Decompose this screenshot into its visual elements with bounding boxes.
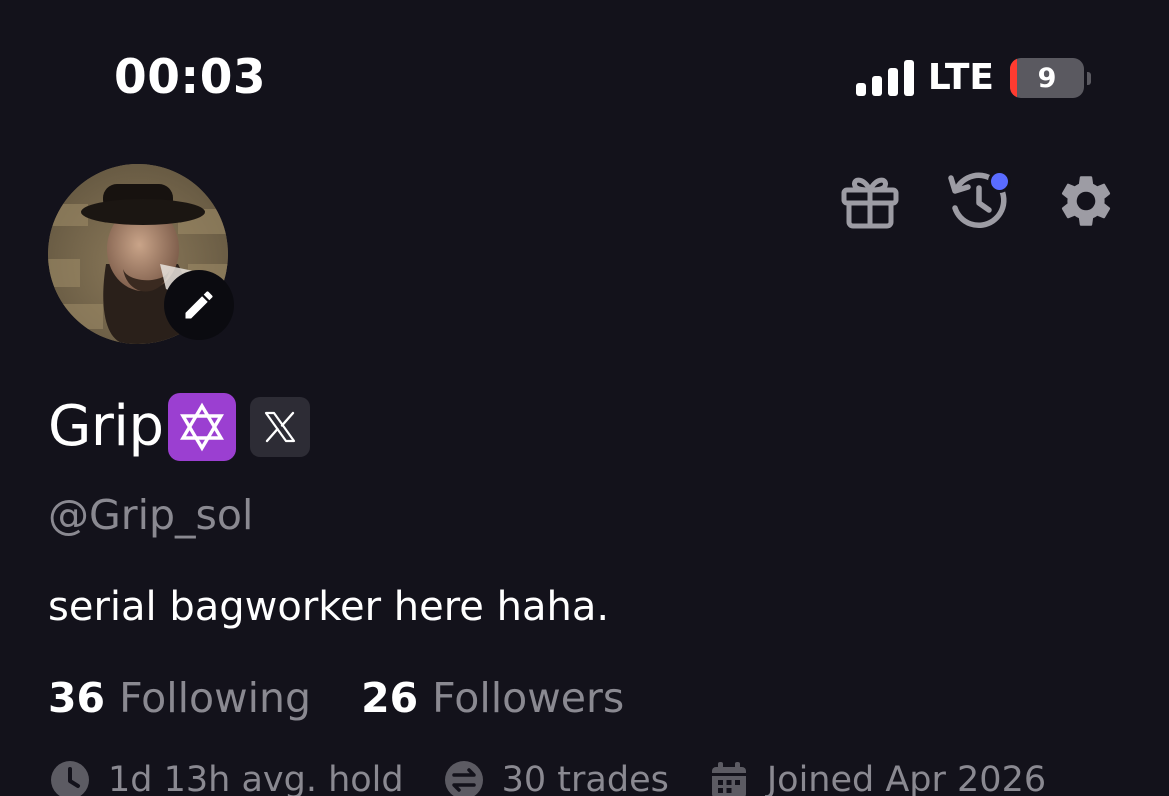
edit-avatar-button[interactable] (164, 270, 234, 340)
battery-icon: 9 (1010, 58, 1084, 98)
x-logo-icon (264, 411, 295, 443)
history-button[interactable] (947, 170, 1011, 232)
x-profile-link[interactable] (249, 397, 310, 457)
name-row: Grip (48, 392, 310, 462)
swap-icon (444, 761, 483, 796)
following-count: 36 (48, 674, 106, 722)
trades-meta: 30 trades (444, 760, 669, 796)
battery-fill (1010, 58, 1017, 98)
status-indicators: LTE 9 (855, 56, 1091, 100)
settings-button[interactable] (1055, 170, 1117, 232)
profile-meta: 1d 13h avg. hold 30 trades Joined Apr 20… (50, 760, 1046, 796)
followers-count: 26 (361, 674, 419, 722)
gift-icon (841, 177, 899, 229)
clock-icon (51, 761, 89, 796)
profile-screen: 00:03 LTE 9 Grip @Grip_sol serial bagwor… (0, 0, 1169, 796)
star-of-david-emoji-icon (167, 393, 236, 461)
joined-meta: Joined Apr 2026 (709, 760, 1046, 796)
avg-hold-meta: 1d 13h avg. hold (50, 760, 404, 796)
display-name: Grip (48, 394, 164, 459)
bio: serial bagworker here haha. (48, 584, 610, 630)
battery-level: 9 (1037, 62, 1057, 94)
trades-text: 30 trades (501, 760, 669, 796)
followers-label: Followers (432, 674, 625, 722)
cellular-signal-icon (855, 60, 914, 96)
notification-dot (988, 170, 1011, 193)
battery-cap (1087, 71, 1091, 85)
followers-stat[interactable]: 26 Followers (361, 670, 624, 726)
following-label: Following (119, 674, 312, 722)
gear-icon (1061, 176, 1111, 226)
calendar-icon (711, 762, 746, 796)
user-handle: @Grip_sol (48, 491, 254, 539)
following-stat[interactable]: 36 Following (48, 670, 311, 726)
status-time: 00:03 (114, 50, 267, 105)
gift-button[interactable] (839, 170, 901, 232)
follow-stats: 36 Following 26 Followers (48, 670, 624, 726)
network-type: LTE (927, 57, 994, 98)
pencil-icon (185, 291, 213, 319)
joined-text: Joined Apr 2026 (766, 760, 1047, 796)
avg-hold-text: 1d 13h avg. hold (108, 760, 404, 796)
